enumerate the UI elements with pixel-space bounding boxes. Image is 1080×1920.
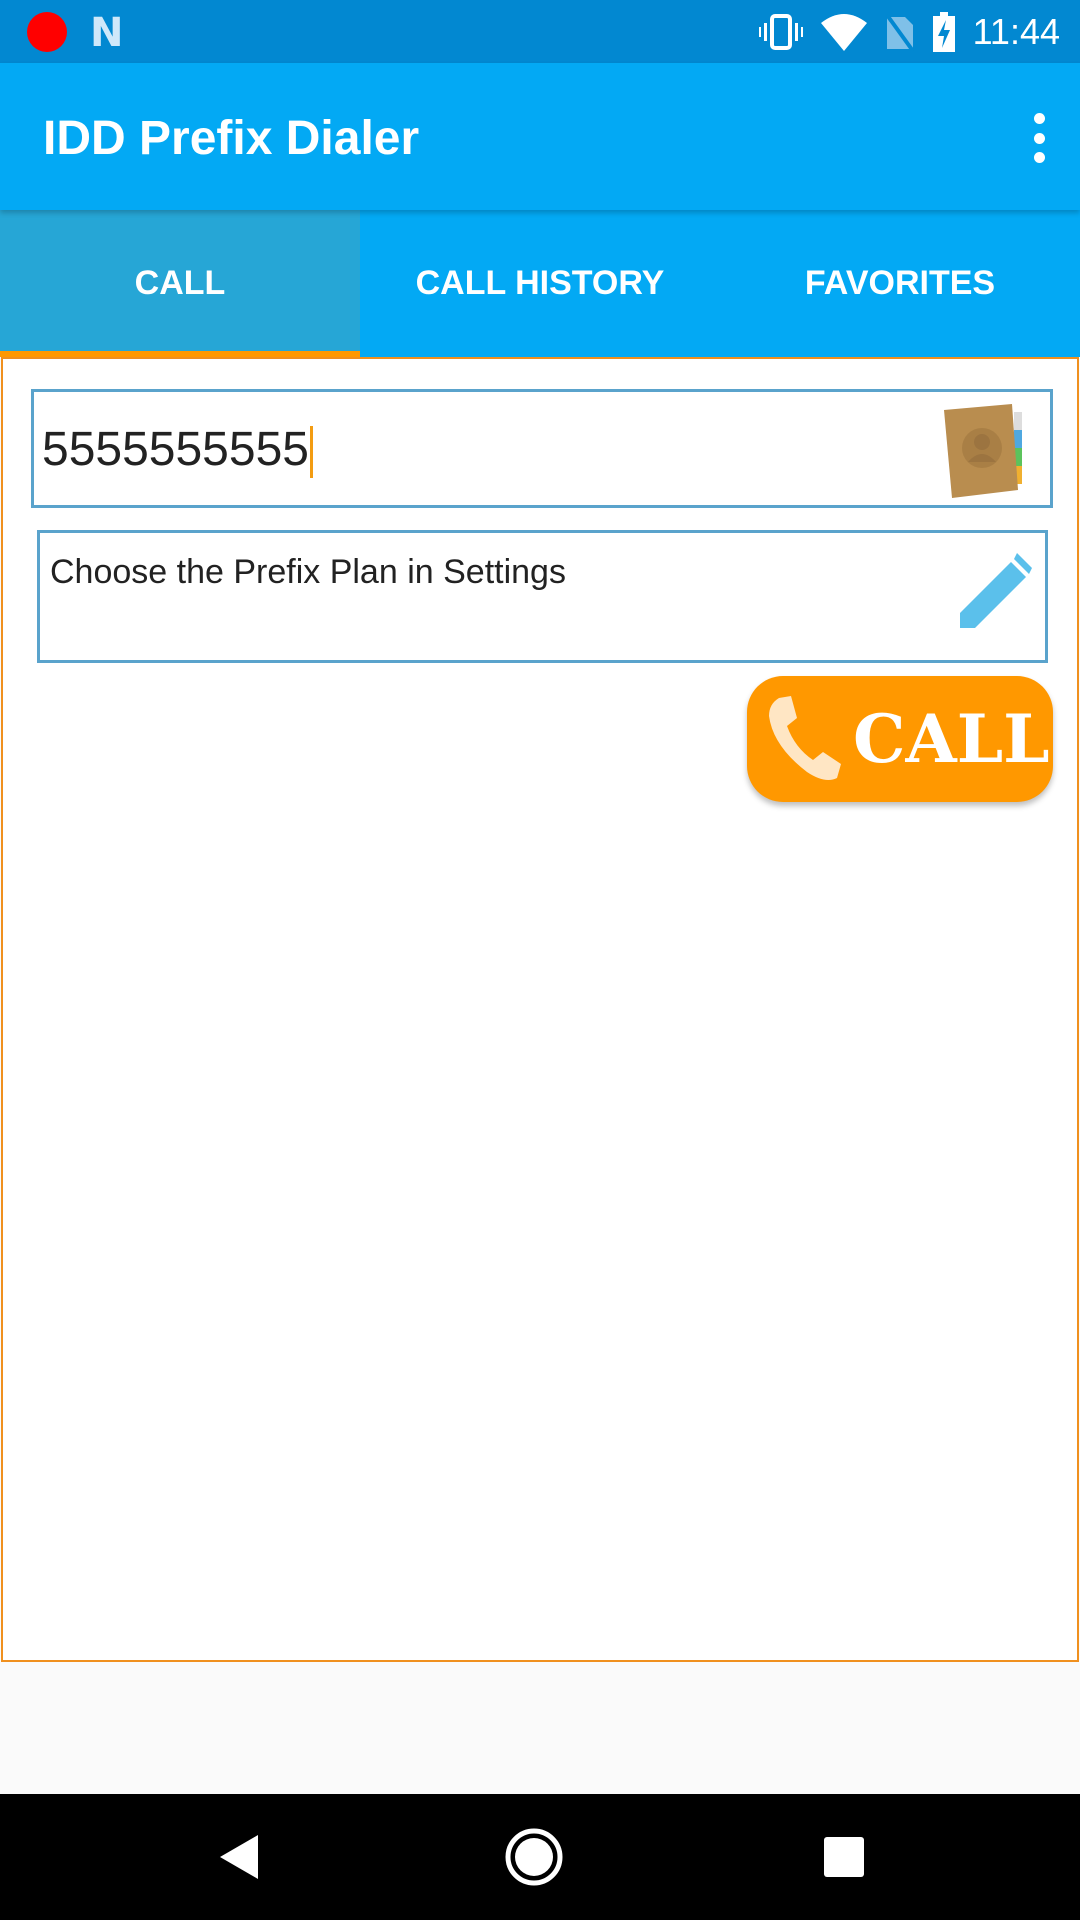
vibrate-icon: [758, 13, 803, 50]
status-bar: N 11:44: [0, 0, 1080, 63]
tab-bar: CALL CALL HISTORY FAVORITES: [0, 210, 1080, 357]
navigation-bar: [0, 1794, 1080, 1920]
app-title: IDD Prefix Dialer: [43, 112, 420, 165]
app-bar: IDD Prefix Dialer: [0, 63, 1080, 210]
home-icon[interactable]: [504, 1827, 564, 1887]
text-caret: [309, 426, 313, 479]
phone-number-input[interactable]: 5555555555: [31, 389, 1053, 508]
call-button[interactable]: CALL: [747, 676, 1053, 802]
phone-icon: [769, 696, 841, 780]
contacts-book-icon[interactable]: [934, 400, 1034, 500]
tab-call-history[interactable]: CALL HISTORY: [360, 210, 720, 357]
record-icon: [27, 12, 67, 52]
recents-icon[interactable]: [814, 1827, 874, 1887]
status-time: 11:44: [972, 10, 1060, 52]
pencil-icon[interactable]: [957, 548, 1037, 628]
wifi-icon: [820, 13, 867, 51]
no-sim-icon: [884, 13, 915, 51]
tab-call[interactable]: CALL: [0, 210, 360, 357]
n-icon: N: [90, 10, 124, 56]
prefix-plan-field[interactable]: Choose the Prefix Plan in Settings: [37, 530, 1048, 663]
more-vert-icon[interactable]: [1024, 113, 1054, 163]
call-panel: 5555555555 Choose the Prefix Plan in Set…: [1, 357, 1079, 1662]
tab-favorites[interactable]: FAVORITES: [720, 210, 1080, 357]
phone-number-value: 5555555555: [42, 423, 309, 476]
battery-charging-icon: [932, 11, 955, 52]
call-button-label: CALL: [853, 700, 1050, 778]
prefix-plan-text: Choose the Prefix Plan in Settings: [50, 553, 566, 591]
back-icon[interactable]: [210, 1827, 270, 1887]
